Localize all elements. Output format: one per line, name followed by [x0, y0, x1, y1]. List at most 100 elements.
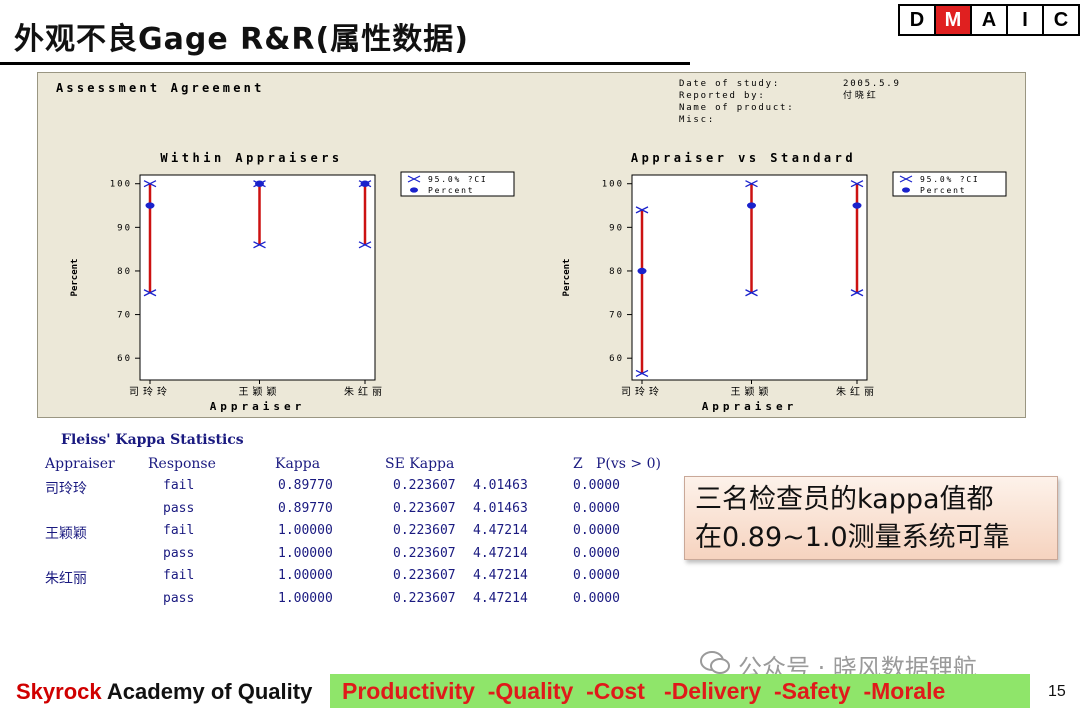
x-tick-label: 朱红丽: [344, 385, 386, 398]
kappa-cell-appraiser: 司玲玲: [45, 481, 87, 497]
kappa-cell-response: fail: [163, 568, 195, 584]
dmaic-indicator: D M A I C: [898, 4, 1080, 36]
y-tick-label: 90: [117, 223, 132, 233]
chart-title: Appraiser vs Standard: [631, 151, 856, 165]
meta-label-misc: Misc:: [679, 115, 715, 125]
kappa-cell-appraiser: 朱红丽: [45, 571, 87, 588]
title-underline: [0, 62, 690, 65]
kappa-cell-kappa: 0.89770: [278, 500, 333, 516]
kappa-header-appraiser: Appraiser: [45, 456, 115, 472]
y-tick-label: 80: [117, 267, 132, 277]
kappa-title: Fleiss' Kappa Statistics: [61, 432, 244, 448]
kappa-cell-p: 0.0000: [573, 523, 620, 539]
assessment-agreement-charts: Assessment Agreement Date of study: Repo…: [56, 79, 1007, 413]
kappa-cell-kappa: 1.00000: [278, 568, 333, 584]
conclusion-callout: 三名检查员的kappa值都 在0.89~1.0测量系统可靠: [684, 476, 1058, 560]
chart-title: Within Appraisers: [160, 151, 342, 165]
footer-brand: Skyrock Academy of Quality: [16, 679, 312, 705]
dmaic-d: D: [900, 6, 936, 34]
kappa-cell-p: 0.0000: [573, 568, 620, 584]
kappa-cell-response: pass: [163, 591, 195, 606]
kappa-cell-response: pass: [163, 500, 195, 516]
kappa-cell-se: 0.223607: [393, 478, 456, 493]
kappa-cell-z: 4.47214: [473, 591, 528, 606]
plot-area: [139, 174, 376, 381]
kappa-cell-kappa: 1.00000: [278, 523, 333, 539]
kappa-cell-appraiser: 王颖颖: [45, 526, 87, 543]
assessment-agreement-panel: Assessment Agreement Date of study: Repo…: [37, 72, 1026, 418]
percent-point: [360, 180, 370, 187]
kappa-cell-response: pass: [163, 545, 195, 561]
brand-academy: Academy of Quality: [101, 679, 313, 704]
kappa-header-response: Response: [148, 456, 216, 472]
percent-point: [145, 202, 155, 209]
dmaic-m: M: [936, 6, 972, 34]
x-tick-label: 司玲玲: [129, 386, 171, 398]
y-axis-label: Percent: [562, 259, 572, 297]
kappa-cell-se: 0.223607: [393, 591, 456, 606]
kappa-cell-kappa: 1.00000: [278, 545, 333, 561]
footer-slogan: Productivity -Quality -Cost -Delivery -S…: [342, 677, 946, 704]
callout-line-2: 在0.89~1.0测量系统可靠: [695, 522, 1010, 553]
kappa-cell-se: 0.223607: [393, 568, 456, 584]
legend-ci-label: 95.0% ?CI: [428, 175, 488, 184]
legend-percent-label: Percent: [428, 186, 474, 195]
slide-title: 外观不良Gage R&R(属性数据): [14, 22, 469, 57]
legend-percent-marker: [902, 187, 910, 193]
callout-line-1: 三名检查员的kappa值都: [695, 484, 994, 515]
kappa-cell-z: 4.01463: [473, 500, 528, 516]
legend-percent-label: Percent: [920, 186, 966, 195]
report-heading: Assessment Agreement: [56, 81, 265, 95]
legend-ci-label: 95.0% ?CI: [920, 175, 980, 184]
percent-point: [852, 202, 862, 209]
y-tick-label: 70: [609, 311, 624, 321]
percent-point: [255, 180, 264, 187]
meta-value-reported: 付 晓 红: [843, 89, 876, 101]
kappa-cell-kappa: 1.00000: [278, 591, 333, 606]
percent-point: [637, 267, 647, 275]
appraiser-vs-standard-chart: Appraiser vs Standard 60 70 80 90 100 Percent 司…: [562, 151, 1007, 413]
kappa-header-kappa: Kappa: [275, 456, 321, 472]
y-tick-label: 100: [602, 180, 624, 190]
kappa-cell-p: 0.0000: [573, 545, 620, 561]
page-number: 15: [1048, 683, 1066, 700]
y-tick-label: 100: [110, 180, 132, 190]
footer-slogan-bar: Productivity -Quality -Cost -Delivery -S…: [330, 674, 1030, 708]
y-tick-label: 60: [609, 354, 624, 364]
kappa-cell-p: 0.0000: [573, 591, 620, 606]
legend-percent-marker: [410, 187, 418, 193]
x-axis-label: Appraiser: [702, 400, 798, 413]
meta-label-product: Name of product:: [679, 103, 795, 113]
x-tick-label: 司玲玲: [621, 386, 663, 398]
y-tick-label: 60: [117, 354, 132, 364]
kappa-cell-p: 0.0000: [573, 478, 620, 493]
x-tick-label: 朱红丽: [836, 385, 878, 398]
kappa-header-z: Z: [573, 456, 583, 472]
kappa-header-se: SE Kappa: [385, 456, 455, 472]
x-tick-label: 王颖颖: [239, 385, 281, 398]
kappa-cell-p: 0.0000: [573, 500, 620, 516]
x-tick-label: 王颖颖: [731, 385, 773, 398]
brand-skyrock: Skyrock: [16, 679, 102, 704]
dmaic-a: A: [972, 6, 1008, 34]
kappa-cell-se: 0.223607: [393, 523, 456, 539]
meta-label-date: Date of study:: [679, 79, 780, 89]
kappa-cell-z: 4.47214: [473, 568, 528, 584]
kappa-cell-z: 4.47214: [473, 545, 528, 561]
wechat-icon: [700, 651, 730, 674]
kappa-cell-response: fail: [163, 523, 195, 539]
dmaic-i: I: [1008, 6, 1044, 34]
kappa-cell-response: fail: [163, 478, 195, 493]
y-tick-label: 80: [609, 267, 624, 277]
kappa-cell-z: 4.47214: [473, 523, 528, 539]
within-appraisers-chart: Within Appraisers 60 70 80 90 100 Percent 司玲玲 王颖…: [70, 151, 515, 413]
y-tick-label: 70: [117, 311, 132, 321]
x-axis-label: Appraiser: [210, 400, 306, 413]
meta-value-date: 2005.5.9: [843, 79, 901, 89]
kappa-cell-se: 0.223607: [393, 500, 456, 516]
kappa-cell-se: 0.223607: [393, 545, 456, 561]
y-tick-label: 90: [609, 223, 624, 233]
kappa-cell-kappa: 0.89770: [278, 478, 333, 493]
meta-label-reported: Reported by:: [679, 91, 766, 101]
kappa-cell-z: 4.01463: [473, 478, 528, 493]
